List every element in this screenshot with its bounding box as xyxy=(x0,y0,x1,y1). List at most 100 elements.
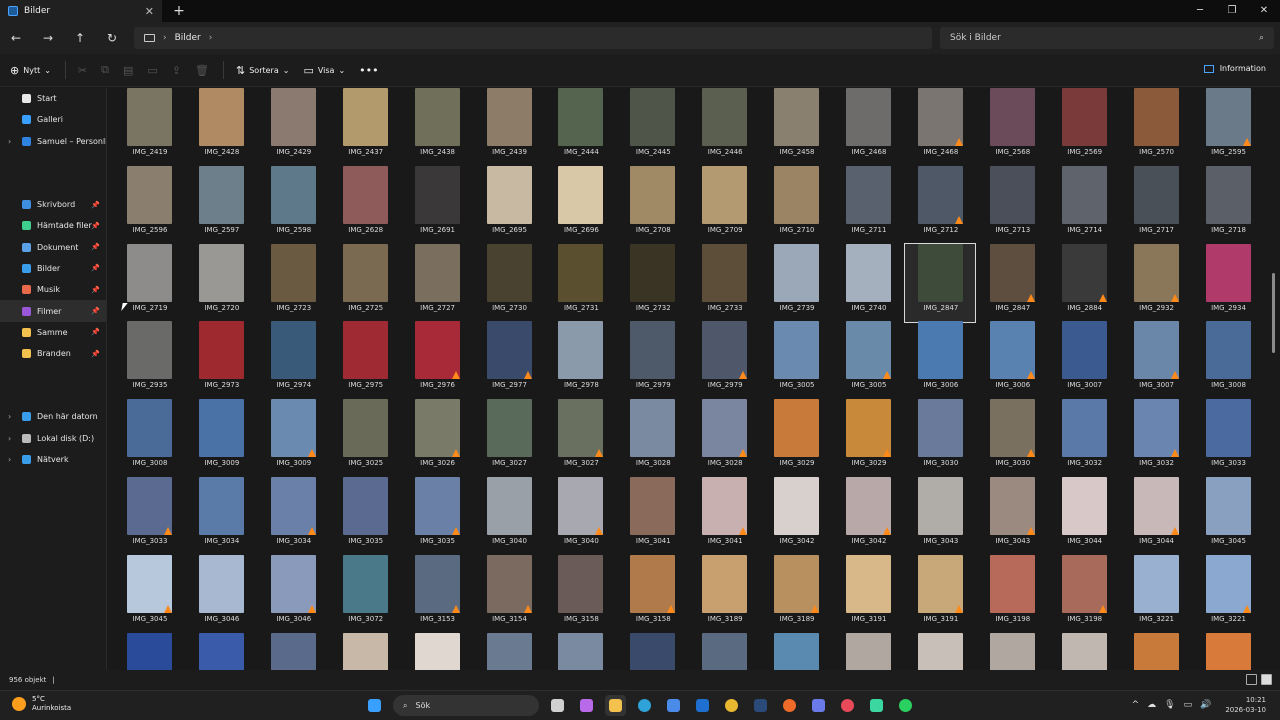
file-item[interactable]: IMG_2597 xyxy=(186,165,256,244)
network-icon[interactable]: ▭ xyxy=(1184,700,1193,710)
file-item[interactable] xyxy=(114,632,184,670)
file-item[interactable]: IMG_2732 xyxy=(617,243,687,322)
file-item[interactable]: IMG_2717 xyxy=(1121,165,1191,244)
file-item[interactable]: IMG_2975 xyxy=(330,321,400,399)
restore-button[interactable]: ❐ xyxy=(1216,0,1248,22)
file-item[interactable]: IMG_2458 xyxy=(761,88,831,166)
file-item[interactable] xyxy=(186,632,256,670)
file-item[interactable]: IMG_3025 xyxy=(330,399,400,477)
file-item[interactable]: IMG_3044 xyxy=(1121,477,1191,555)
refresh-button[interactable]: ↻ xyxy=(96,31,128,45)
file-item[interactable]: IMG_3043 xyxy=(977,477,1047,555)
file-item[interactable]: IMG_3007 xyxy=(1049,321,1119,399)
vertical-scrollbar[interactable] xyxy=(1272,88,1276,670)
file-item[interactable]: IMG_2713 xyxy=(977,165,1047,244)
file-item[interactable] xyxy=(545,632,615,670)
file-item[interactable]: IMG_2708 xyxy=(617,165,687,244)
file-item[interactable]: IMG_3006 xyxy=(905,321,975,399)
scrollbar-thumb[interactable] xyxy=(1272,273,1275,353)
sidebar-item-2[interactable]: › Samuel – Personlig xyxy=(0,131,106,152)
file-item[interactable]: IMG_3221 xyxy=(1193,554,1263,633)
microphone-icon[interactable]: 🎙 xyxy=(1164,700,1175,710)
file-item[interactable]: IMG_2438 xyxy=(402,88,472,166)
back-button[interactable]: ← xyxy=(0,31,32,45)
chevron-right-icon[interactable]: › xyxy=(209,33,213,43)
share-button[interactable]: ⇪ xyxy=(172,64,181,77)
paste-button[interactable]: ▤ xyxy=(123,64,133,77)
file-item[interactable]: IMG_3040 xyxy=(474,477,544,555)
file-item[interactable]: IMG_3026 xyxy=(402,399,472,477)
sidebar-item-3[interactable]: Skrivbord 📌 xyxy=(0,194,106,215)
file-item[interactable] xyxy=(402,632,472,670)
sidebar-item-8[interactable]: Filmer 📌 xyxy=(0,300,106,322)
weather-widget[interactable]: 5°C Aurinkoista xyxy=(12,695,71,713)
spotify-icon[interactable] xyxy=(895,695,916,716)
file-item[interactable]: IMG_2718 xyxy=(1193,165,1263,244)
xbox-icon[interactable] xyxy=(866,695,887,716)
file-item[interactable]: IMG_2733 xyxy=(689,243,759,322)
firefox-icon[interactable] xyxy=(779,695,800,716)
clock[interactable]: 10:21 2026-03-10 xyxy=(1225,695,1266,715)
file-item[interactable]: IMG_2979 xyxy=(689,321,759,399)
file-item[interactable] xyxy=(330,632,400,670)
file-item[interactable]: IMG_2932 xyxy=(1121,243,1191,322)
new-tab-button[interactable]: + xyxy=(170,3,188,19)
file-item[interactable]: IMG_3154 xyxy=(474,554,544,633)
file-item[interactable]: IMG_2847 xyxy=(977,243,1047,322)
sidebar-item-11[interactable]: › Den här datorn xyxy=(0,406,106,427)
expand-chevron-icon[interactable]: › xyxy=(8,434,11,443)
file-item[interactable]: IMG_3221 xyxy=(1121,554,1191,633)
file-item[interactable]: IMG_3033 xyxy=(1193,399,1263,477)
file-item[interactable]: IMG_2712 xyxy=(905,165,975,244)
file-item[interactable]: IMG_2444 xyxy=(545,88,615,166)
file-item[interactable]: IMG_3032 xyxy=(1049,399,1119,477)
file-item[interactable]: IMG_3007 xyxy=(1121,321,1191,399)
file-item[interactable]: IMG_3028 xyxy=(617,399,687,477)
file-item[interactable]: IMG_3158 xyxy=(617,554,687,633)
file-item[interactable]: IMG_3027 xyxy=(545,399,615,477)
file-item[interactable]: IMG_3158 xyxy=(545,554,615,633)
file-item[interactable]: IMG_3009 xyxy=(258,399,328,477)
file-item[interactable]: IMG_3046 xyxy=(186,554,256,633)
file-item[interactable]: IMG_2711 xyxy=(833,165,903,244)
close-tab-icon[interactable]: ✕ xyxy=(145,5,154,18)
search-input[interactable]: Sök i Bilder ⌕ xyxy=(940,27,1274,49)
file-item[interactable]: IMG_3072 xyxy=(330,554,400,633)
file-item[interactable] xyxy=(474,632,544,670)
file-item[interactable]: IMG_2596 xyxy=(114,165,184,244)
sidebar-item-1[interactable]: Galleri xyxy=(0,109,106,130)
file-item[interactable]: IMG_2976 xyxy=(402,321,472,399)
file-item[interactable]: IMG_2595 xyxy=(1193,88,1263,166)
file-item[interactable]: IMG_3029 xyxy=(761,399,831,477)
file-item[interactable]: IMG_3191 xyxy=(905,554,975,633)
file-item[interactable]: IMG_3198 xyxy=(1049,554,1119,633)
edge-icon[interactable] xyxy=(634,695,655,716)
file-item[interactable]: IMG_2570 xyxy=(1121,88,1191,166)
file-item[interactable]: IMG_3005 xyxy=(833,321,903,399)
file-item[interactable]: IMG_3028 xyxy=(689,399,759,477)
details-view-button[interactable] xyxy=(1246,674,1257,685)
information-button[interactable]: Information xyxy=(1203,64,1266,73)
file-item[interactable]: IMG_3198 xyxy=(977,554,1047,633)
sidebar-item-10[interactable]: Branden 📌 xyxy=(0,343,106,364)
file-item[interactable]: IMG_2428 xyxy=(186,88,256,166)
file-item[interactable]: IMG_3189 xyxy=(689,554,759,633)
file-item[interactable]: IMG_2429 xyxy=(258,88,328,166)
file-item[interactable]: IMG_3029 xyxy=(833,399,903,477)
file-item[interactable]: IMG_3008 xyxy=(1193,321,1263,399)
chevron-right-icon[interactable]: › xyxy=(163,33,167,43)
file-item[interactable]: IMG_2978 xyxy=(545,321,615,399)
file-item[interactable] xyxy=(258,632,328,670)
new-button[interactable]: ⊕ Nytt ⌄ xyxy=(10,64,51,77)
taskbar-search[interactable]: ⌕ Sök xyxy=(393,695,539,716)
file-item[interactable]: IMG_3191 xyxy=(833,554,903,633)
file-explorer-icon[interactable] xyxy=(605,695,626,716)
file-item[interactable]: IMG_3045 xyxy=(1193,477,1263,555)
file-item[interactable]: IMG_3044 xyxy=(1049,477,1119,555)
file-item[interactable]: IMG_2598 xyxy=(258,165,328,244)
file-item[interactable]: IMG_3034 xyxy=(258,477,328,555)
file-item[interactable]: IMG_3005 xyxy=(761,321,831,399)
file-item[interactable]: IMG_2934 xyxy=(1193,243,1263,322)
file-item[interactable]: IMG_3032 xyxy=(1121,399,1191,477)
file-item[interactable]: IMG_2727 xyxy=(402,243,472,322)
